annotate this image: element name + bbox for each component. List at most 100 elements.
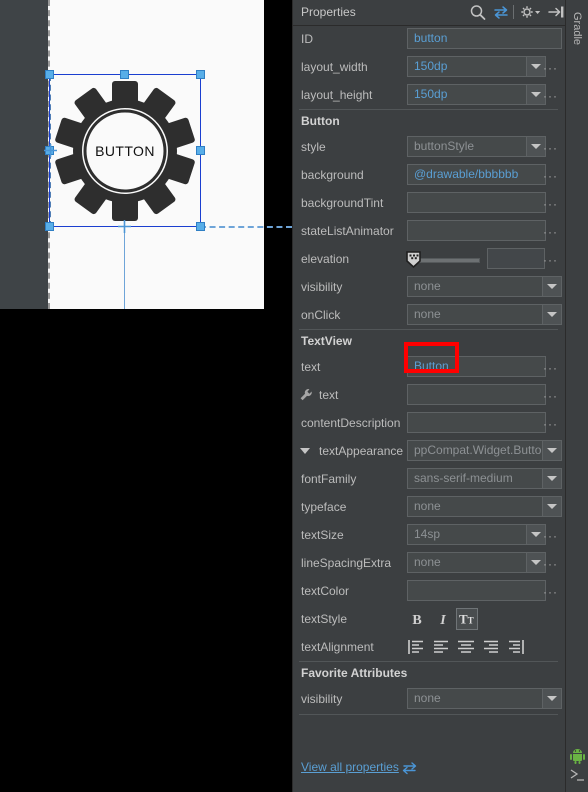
content-description-input[interactable]: [407, 412, 546, 433]
property-label-content-description: contentDescription: [301, 416, 401, 430]
property-row-text-alignment[interactable]: textAlignment: [293, 633, 565, 661]
chevron-down-icon[interactable]: [300, 448, 310, 454]
search-icon[interactable]: [469, 4, 487, 21]
chevron-down-icon[interactable]: [542, 469, 561, 488]
chevron-down-icon[interactable]: [542, 497, 561, 516]
android-robot-icon[interactable]: [570, 748, 585, 764]
line-spacing-extra-more-button[interactable]: ···: [543, 557, 558, 571]
elevation-slider-track[interactable]: [416, 258, 480, 263]
style-combo[interactable]: buttonStyle: [407, 136, 546, 157]
resize-handle-middle-right[interactable]: [196, 146, 205, 155]
elevation-value-input[interactable]: [487, 248, 545, 269]
property-row-style[interactable]: style buttonStyle ···: [293, 133, 565, 161]
text-color-input[interactable]: [407, 580, 546, 601]
property-row-onclick[interactable]: onClick none: [293, 301, 565, 329]
property-row-tools-text[interactable]: text ···: [293, 381, 565, 409]
bold-icon[interactable]: B: [406, 608, 428, 630]
align-right-icon[interactable]: [480, 636, 502, 658]
property-row-state-list-animator[interactable]: stateListAnimator ···: [293, 217, 565, 245]
id-input[interactable]: button: [407, 28, 562, 49]
layout-height-more-button[interactable]: ···: [543, 89, 558, 103]
constraint-anchor-bottom-icon[interactable]: [118, 220, 131, 233]
background-input[interactable]: @drawable/bbbbbb: [407, 164, 546, 185]
style-more-button[interactable]: ···: [543, 141, 558, 155]
content-description-more-button[interactable]: ···: [543, 417, 558, 431]
svg-text:B: B: [412, 613, 421, 628]
elevation-more-button[interactable]: ···: [543, 253, 558, 267]
all-caps-icon[interactable]: T T: [456, 608, 478, 630]
layout-width-combo[interactable]: 150dp: [407, 56, 546, 77]
text-size-more-button[interactable]: ···: [543, 529, 558, 543]
chevron-down-icon[interactable]: [542, 689, 561, 708]
property-label-tools-text: text: [319, 388, 339, 402]
state-list-animator-more-button[interactable]: ···: [543, 225, 558, 239]
property-label-visibility: visibility: [301, 280, 343, 294]
resize-handle-top-left[interactable]: [45, 70, 54, 79]
layout-width-more-button[interactable]: ···: [543, 61, 558, 75]
resize-handle-bottom-left[interactable]: [45, 222, 54, 231]
align-start-icon[interactable]: [405, 636, 427, 658]
property-row-text-appearance[interactable]: textAppearance ppCompat.Widget.Button: [293, 437, 565, 465]
footer-divider: [299, 714, 558, 715]
font-family-combo[interactable]: sans-serif-medium: [407, 468, 562, 489]
tools-text-more-button[interactable]: ···: [543, 389, 558, 403]
property-row-typeface[interactable]: typeface none: [293, 493, 565, 521]
property-row-layout-width[interactable]: layout_width 150dp ···: [293, 53, 565, 81]
property-row-favorite-visibility[interactable]: visibility none: [293, 685, 565, 713]
resize-handle-top-right[interactable]: [196, 70, 205, 79]
property-row-text[interactable]: text Button ···: [293, 353, 565, 381]
property-row-font-family[interactable]: fontFamily sans-serif-medium: [293, 465, 565, 493]
property-row-visibility[interactable]: visibility none: [293, 273, 565, 301]
property-row-elevation[interactable]: elevation ···: [293, 245, 565, 273]
text-input[interactable]: Button: [407, 356, 546, 377]
property-row-text-style[interactable]: textStyle B I T T: [293, 605, 565, 633]
property-row-background[interactable]: background @drawable/bbbbbb ···: [293, 161, 565, 189]
favorite-visibility-combo[interactable]: none: [407, 688, 562, 709]
text-color-more-button[interactable]: ···: [543, 585, 558, 599]
property-row-content-description[interactable]: contentDescription ···: [293, 409, 565, 437]
layout-height-combo[interactable]: 150dp: [407, 84, 546, 105]
section-header-textview: TextView: [293, 329, 565, 353]
line-spacing-extra-combo[interactable]: none: [407, 552, 546, 573]
chevron-down-icon[interactable]: [542, 277, 561, 296]
tools-text-input[interactable]: [407, 384, 546, 405]
property-row-line-spacing-extra[interactable]: lineSpacingExtra none ···: [293, 549, 565, 577]
view-all-properties-link[interactable]: View all properties: [301, 760, 399, 774]
constraint-anchor-left-icon[interactable]: [44, 144, 57, 157]
resize-handle-bottom-right[interactable]: [196, 222, 205, 231]
property-row-text-color[interactable]: textColor ···: [293, 577, 565, 605]
property-row-id[interactable]: ID button: [293, 25, 565, 53]
resize-handle-top-center[interactable]: [120, 70, 129, 79]
tab-gradle[interactable]: Gradle: [566, 0, 588, 58]
background-tint-input[interactable]: [407, 192, 546, 213]
design-canvas[interactable]: BUTTON: [0, 0, 292, 309]
properties-rows: ID button layout_width 150dp ··· layout_…: [293, 25, 565, 792]
property-label-layout-height: layout_height: [301, 88, 373, 102]
property-row-background-tint[interactable]: backgroundTint ···: [293, 189, 565, 217]
onclick-combo[interactable]: none: [407, 304, 562, 325]
property-row-layout-height[interactable]: layout_height 150dp ···: [293, 81, 565, 109]
right-tool-strip: Gradle: [565, 0, 588, 792]
property-row-text-size[interactable]: textSize 14sp ···: [293, 521, 565, 549]
chevron-down-icon[interactable]: [542, 441, 561, 460]
visibility-combo[interactable]: none: [407, 276, 562, 297]
align-left-icon[interactable]: [430, 636, 452, 658]
typeface-combo[interactable]: none: [407, 496, 562, 517]
italic-icon[interactable]: I: [432, 608, 454, 630]
gear-settings-icon[interactable]: [518, 4, 542, 21]
background-tint-more-button[interactable]: ···: [543, 197, 558, 211]
text-appearance-combo[interactable]: ppCompat.Widget.Button: [407, 440, 562, 461]
onclick-value: none: [414, 307, 441, 321]
sort-toggle-icon[interactable]: [492, 4, 510, 21]
device-manager-icon[interactable]: [570, 768, 585, 783]
text-size-combo[interactable]: 14sp: [407, 524, 546, 545]
background-more-button[interactable]: ···: [543, 169, 558, 183]
state-list-animator-input[interactable]: [407, 220, 546, 241]
text-more-button[interactable]: ···: [543, 361, 558, 375]
chevron-down-icon[interactable]: [542, 305, 561, 324]
align-center-icon[interactable]: [455, 636, 477, 658]
elevation-slider-thumb[interactable]: [406, 251, 421, 268]
align-end-icon[interactable]: [505, 636, 527, 658]
collapse-panel-icon[interactable]: [547, 4, 565, 21]
jump-to-source-icon[interactable]: [401, 761, 418, 775]
